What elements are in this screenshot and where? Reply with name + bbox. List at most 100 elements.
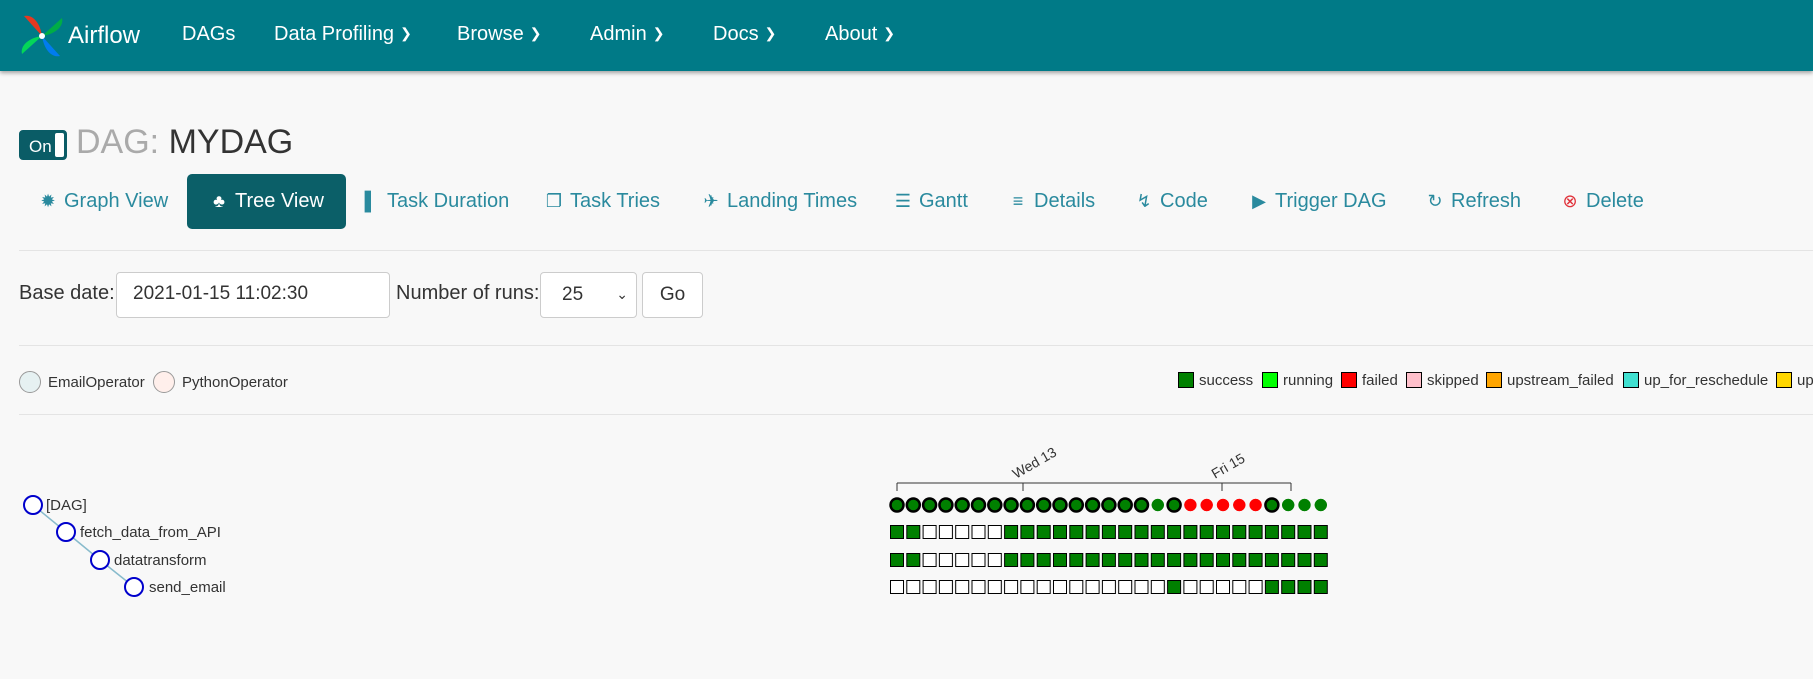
dag-run-circle[interactable] <box>1249 498 1262 512</box>
task-instance-square[interactable] <box>1069 525 1084 539</box>
task-instance-square[interactable] <box>1199 580 1214 594</box>
task-instance-square[interactable] <box>971 580 986 594</box>
task-instance-square[interactable] <box>1004 580 1019 594</box>
task-instance-square[interactable] <box>1134 525 1149 539</box>
task-instance-square[interactable] <box>1167 580 1182 594</box>
dag-run-circle[interactable] <box>1035 497 1052 513</box>
task-instance-square[interactable] <box>1053 580 1067 594</box>
dag-run-circle[interactable] <box>987 497 1003 513</box>
dag-run-circle[interactable] <box>889 497 905 513</box>
task-instance-square[interactable] <box>1264 553 1279 567</box>
task-instance-square[interactable] <box>987 580 1002 594</box>
nav-docs[interactable]: Docs ❯ <box>713 23 776 46</box>
dag-run-circle[interactable] <box>970 497 987 513</box>
task-instance-square[interactable] <box>1085 580 1100 594</box>
task-instance-square[interactable] <box>1313 525 1328 539</box>
task-instance-square[interactable] <box>955 553 970 567</box>
task-instance-square[interactable] <box>1004 525 1019 539</box>
task-instance-square[interactable] <box>1297 525 1312 539</box>
dag-run-circle[interactable] <box>921 497 938 513</box>
task-instance-square[interactable] <box>1101 525 1116 539</box>
task-instance-square[interactable] <box>1216 525 1230 539</box>
task-instance-square[interactable] <box>1101 580 1116 594</box>
nav-admin[interactable]: Admin ❯ <box>590 23 664 46</box>
task-instance-square[interactable] <box>1199 525 1214 539</box>
tab-delete[interactable]: ⊗ Delete <box>1560 174 1643 229</box>
tree-node-send-email[interactable] <box>124 577 144 597</box>
task-instance-square[interactable] <box>955 580 970 594</box>
dag-run-circle[interactable] <box>1264 497 1280 513</box>
nav-about[interactable]: About ❯ <box>825 23 895 46</box>
dag-run-circle[interactable] <box>1068 497 1085 513</box>
task-instance-square[interactable] <box>1069 553 1084 567</box>
task-instance-square[interactable] <box>1167 525 1182 539</box>
number-of-runs-select[interactable]: 25 ⌄ <box>540 272 637 318</box>
task-instance-square[interactable] <box>1020 525 1035 539</box>
tab-tree-view[interactable]: ♣ Tree View <box>187 174 346 229</box>
dag-run-circle[interactable] <box>1281 498 1295 512</box>
task-instance-square[interactable] <box>1134 580 1149 594</box>
task-instance-square[interactable] <box>922 580 937 594</box>
task-instance-square[interactable] <box>906 580 921 594</box>
task-instance-square[interactable] <box>987 553 1002 567</box>
task-instance-square[interactable] <box>1281 553 1296 567</box>
task-instance-square[interactable] <box>1264 580 1279 594</box>
task-instance-square[interactable] <box>938 580 953 594</box>
task-instance-square[interactable] <box>890 553 904 567</box>
task-instance-square[interactable] <box>955 525 970 539</box>
go-button[interactable]: Go <box>642 272 703 318</box>
tab-gantt[interactable]: ☰ Gantt <box>893 174 968 229</box>
task-instance-square[interactable] <box>1183 525 1198 539</box>
task-instance-square[interactable] <box>1020 553 1035 567</box>
tab-details[interactable]: ≡ Details <box>1008 174 1095 229</box>
dag-run-circle[interactable] <box>1101 497 1117 513</box>
task-instance-square[interactable] <box>1053 525 1067 539</box>
task-instance-square[interactable] <box>890 525 904 539</box>
tab-landing-times[interactable]: ✈ Landing Times <box>701 174 857 229</box>
task-instance-square[interactable] <box>1264 525 1279 539</box>
dag-run-circle[interactable] <box>938 497 954 513</box>
task-instance-square[interactable] <box>1085 525 1100 539</box>
task-instance-square[interactable] <box>938 525 953 539</box>
task-instance-square[interactable] <box>1183 580 1198 594</box>
task-instance-square[interactable] <box>906 525 921 539</box>
task-instance-square[interactable] <box>1183 553 1198 567</box>
tab-graph-view[interactable]: ✹ Graph View <box>38 174 168 229</box>
tab-refresh[interactable]: ↻ Refresh <box>1425 174 1521 229</box>
dag-run-circle[interactable] <box>1200 498 1213 512</box>
dag-run-circle[interactable] <box>1184 498 1197 512</box>
task-instance-square[interactable] <box>906 553 921 567</box>
task-instance-square[interactable] <box>1036 525 1051 539</box>
dag-on-off-toggle[interactable]: On <box>19 130 67 160</box>
task-instance-square[interactable] <box>1297 553 1312 567</box>
tree-node-datatransform[interactable] <box>90 550 110 570</box>
task-instance-square[interactable] <box>1134 553 1149 567</box>
task-instance-square[interactable] <box>1232 553 1247 567</box>
task-instance-square[interactable] <box>1167 553 1182 567</box>
task-instance-square[interactable] <box>971 553 986 567</box>
dag-run-circle[interactable] <box>1084 497 1101 513</box>
tab-code[interactable]: ↯ Code <box>1134 174 1207 229</box>
task-instance-square[interactable] <box>1248 580 1263 594</box>
dag-run-circle[interactable] <box>1314 498 1328 512</box>
tab-task-tries[interactable]: ❐ Task Tries <box>544 174 660 229</box>
dag-run-circle[interactable] <box>1166 497 1182 513</box>
task-instance-square[interactable] <box>1036 553 1051 567</box>
task-instance-square[interactable] <box>938 553 953 567</box>
dag-run-circle[interactable] <box>954 497 970 513</box>
task-instance-square[interactable] <box>1150 580 1165 594</box>
task-instance-square[interactable] <box>922 553 937 567</box>
task-instance-square[interactable] <box>1118 580 1133 594</box>
dag-run-circle[interactable] <box>905 497 922 513</box>
task-instance-square[interactable] <box>890 580 904 594</box>
dag-run-circle[interactable] <box>1019 497 1036 513</box>
task-instance-square[interactable] <box>1248 525 1263 539</box>
tab-task-duration[interactable]: ▌ Task Duration <box>361 174 510 229</box>
task-instance-square[interactable] <box>971 525 986 539</box>
task-instance-square[interactable] <box>1020 580 1035 594</box>
dag-run-circle[interactable] <box>1233 498 1246 512</box>
task-instance-square[interactable] <box>1118 525 1133 539</box>
task-instance-square[interactable] <box>1216 553 1230 567</box>
dag-run-circle[interactable] <box>1052 497 1068 513</box>
task-instance-square[interactable] <box>1313 553 1328 567</box>
